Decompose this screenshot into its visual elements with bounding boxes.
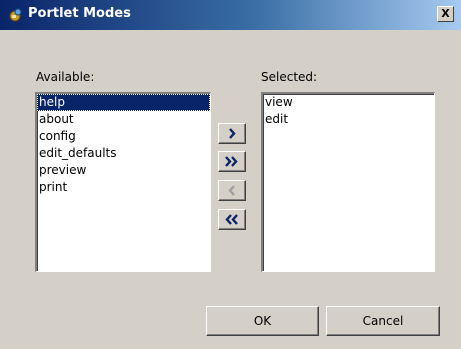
remove-all-button[interactable] <box>218 209 246 230</box>
double-chevron-right-icon <box>225 156 238 167</box>
portlet-icon <box>8 7 24 23</box>
available-label: Available: <box>36 70 94 84</box>
selected-label: Selected: <box>261 70 317 84</box>
list-item[interactable]: config <box>37 128 210 145</box>
add-all-button[interactable] <box>218 151 246 172</box>
selected-label-text: Selected: <box>261 70 318 84</box>
title-bar[interactable]: Portlet Modes X <box>0 0 461 30</box>
list-item[interactable]: help <box>37 94 210 111</box>
window-title: Portlet Modes <box>28 6 131 21</box>
ok-button[interactable]: OK <box>206 306 319 336</box>
list-item[interactable]: preview <box>37 162 210 179</box>
list-item[interactable]: view <box>263 94 434 111</box>
chevron-right-icon <box>229 128 236 139</box>
remove-button[interactable] <box>218 180 246 201</box>
selected-listbox[interactable]: view edit <box>261 92 435 272</box>
list-item[interactable]: print <box>37 179 210 196</box>
available-label-text: Available: <box>36 70 95 84</box>
close-button[interactable]: X <box>437 6 454 22</box>
double-chevron-left-icon <box>225 214 238 225</box>
list-item[interactable]: about <box>37 111 210 128</box>
chevron-left-icon <box>228 185 235 196</box>
cancel-button[interactable]: Cancel <box>326 306 440 336</box>
list-item[interactable]: edit <box>263 111 434 128</box>
list-item[interactable]: edit_defaults <box>37 145 210 162</box>
add-button[interactable] <box>218 123 246 144</box>
available-listbox[interactable]: help about config edit_defaults preview print <box>35 92 211 272</box>
